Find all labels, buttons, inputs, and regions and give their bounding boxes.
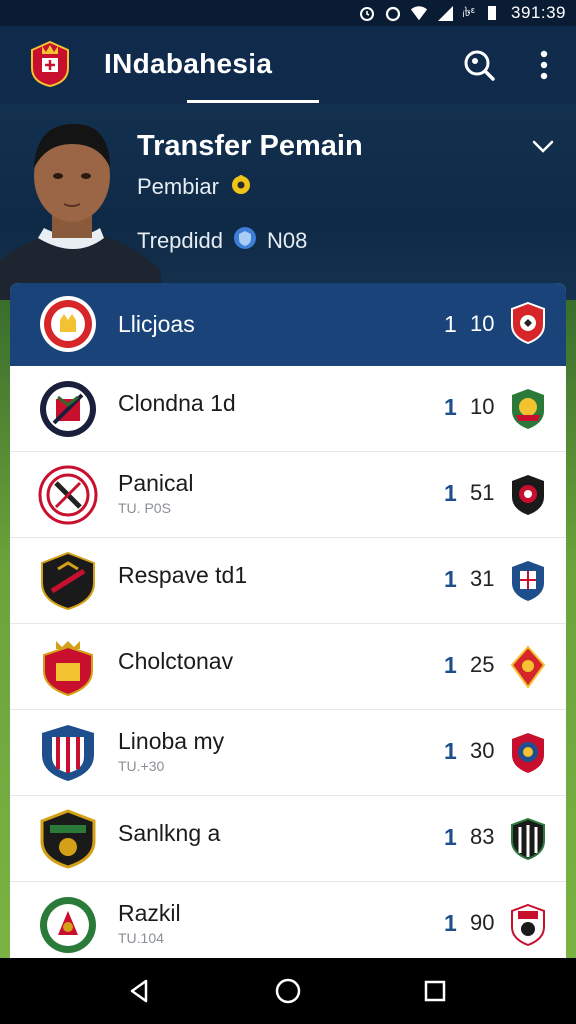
pitch-background-right: [566, 300, 576, 960]
club-subtext: TU. P0S: [118, 500, 171, 516]
opponent-badge-icon: [508, 473, 548, 517]
recents-icon[interactable]: [420, 976, 450, 1006]
club-score: 90: [470, 910, 495, 935]
pitch-background-left: [0, 300, 10, 960]
battery-icon: [483, 4, 501, 22]
home-icon[interactable]: [273, 976, 303, 1006]
app-logo[interactable]: [28, 40, 72, 88]
signal-icon: [436, 4, 454, 22]
club-name: Linoba my: [118, 728, 225, 754]
club-score: 30: [470, 738, 495, 763]
hero-tag-value: N08: [267, 228, 308, 253]
opponent-badge-icon: [508, 903, 548, 947]
status-bar: ᵢ৳ᵋ 391:39: [0, 0, 576, 26]
club-rank: 1: [444, 652, 457, 678]
club-name: Sanlkng a: [118, 820, 221, 846]
club-name: Razkil: [118, 900, 181, 926]
app-bar: INdabahesia: [0, 26, 576, 104]
opponent-badge-icon: [508, 817, 548, 861]
club-rank: 1: [444, 824, 457, 850]
club-score: 31: [470, 566, 495, 591]
club-score: 10: [470, 394, 495, 419]
tab-indicator: [187, 100, 319, 103]
club-name: Respave td1: [118, 562, 248, 588]
club-row[interactable]: Respave td1 1 31: [10, 538, 566, 624]
club-rank: 1: [444, 311, 457, 337]
back-icon[interactable]: [124, 976, 154, 1006]
opponent-badge-icon: [508, 645, 548, 689]
ball-icon: [229, 172, 253, 202]
club-name: Clondna 1d: [118, 390, 236, 416]
club-rank: 1: [444, 566, 457, 592]
club-row[interactable]: Panical TU. P0S 1 51: [10, 452, 566, 538]
opponent-badge-icon: [508, 387, 548, 431]
club-row[interactable]: Sanlkng a 1 83: [10, 796, 566, 882]
more-options-icon[interactable]: [530, 46, 558, 84]
shield-icon: [233, 226, 257, 256]
signal-text: ᵢ৳ᵋ: [462, 3, 475, 19]
opponent-badge-icon: [508, 301, 548, 345]
search-icon[interactable]: [460, 46, 498, 84]
wifi-icon: [410, 4, 428, 22]
club-name: Llicjoas: [118, 311, 195, 337]
club-score: 25: [470, 652, 495, 677]
club-row[interactable]: Cholctonav 1 25: [10, 624, 566, 710]
club-badge-icon: [38, 895, 98, 955]
alarm-icon: [358, 4, 376, 22]
club-rank: 1: [444, 738, 457, 764]
hero-subtitle-row: Pembiar: [137, 172, 253, 202]
club-badge-icon: [38, 379, 98, 439]
club-badge-icon: [38, 637, 98, 697]
club-badge-icon: [38, 809, 98, 869]
club-rank: 1: [444, 910, 457, 936]
club-rank: 1: [444, 480, 457, 506]
clock-icon: [384, 4, 402, 22]
system-nav-bar: [0, 958, 576, 1024]
club-badge-icon: [38, 551, 98, 611]
club-row[interactable]: Linoba my TU.+30 1 30: [10, 710, 566, 796]
opponent-badge-icon: [508, 559, 548, 603]
club-name: Cholctonav: [118, 648, 234, 674]
club-badge-icon: [38, 465, 98, 525]
club-badge-icon: [38, 723, 98, 783]
hero-title: Transfer Pemain: [137, 130, 363, 162]
status-time: 391:39: [511, 3, 566, 22]
chevron-down-icon[interactable]: [530, 134, 556, 160]
opponent-badge-icon: [508, 731, 548, 775]
club-score: 51: [470, 480, 495, 505]
hero-subtitle: Pembiar: [137, 174, 219, 199]
hero-tag-label: Trepdidd: [137, 228, 224, 253]
club-subtext: TU.+30: [118, 758, 165, 774]
club-rank: 1: [444, 394, 457, 420]
club-badge-icon: [38, 294, 98, 354]
club-list: Llicjoas 1 10 Clondna 1d 1 10 Panical TU…: [10, 283, 566, 963]
club-name: Panical: [118, 470, 194, 496]
club-row[interactable]: Razkil TU.104 1 90: [10, 882, 566, 963]
transfer-hero[interactable]: Transfer Pemain Pembiar Trepdidd N08: [0, 104, 576, 304]
hero-tag-row: Trepdidd N08: [137, 226, 307, 256]
club-subtext: TU.104: [118, 930, 164, 946]
club-score: 10: [470, 311, 495, 336]
club-row[interactable]: Clondna 1d 1 10: [10, 366, 566, 452]
club-list-header-row[interactable]: Llicjoas 1 10: [10, 283, 566, 366]
club-score: 83: [470, 824, 495, 849]
app-title: INdabahesia: [104, 48, 273, 79]
